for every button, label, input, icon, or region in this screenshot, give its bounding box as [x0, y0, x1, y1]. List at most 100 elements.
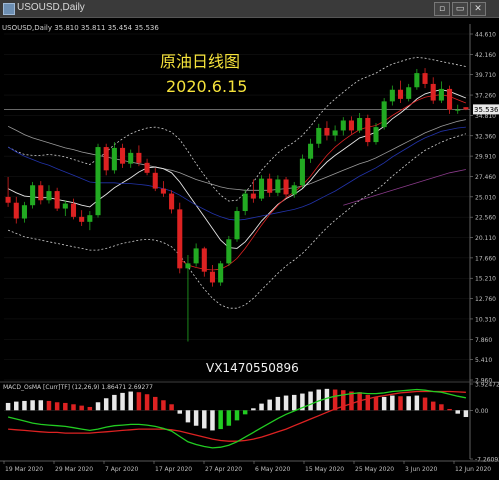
- chart-window-icon: [3, 3, 15, 15]
- candle-body: [218, 263, 224, 283]
- macd-histogram-bar: [38, 400, 44, 411]
- time-tick-label: 7 Apr 2020: [105, 466, 138, 473]
- time-tick-label: 15 May 2020: [305, 466, 344, 473]
- price-tick-label: 22.560: [475, 215, 496, 222]
- price-tick-label: 20.110: [475, 235, 496, 242]
- macd-histogram-bar: [226, 410, 232, 426]
- price-chart[interactable]: 44.61042.16039.71037.26034.81032.36029.9…: [0, 18, 499, 480]
- macd-histogram-bar: [79, 405, 84, 411]
- annotation-date: 2020.6.15: [166, 77, 247, 96]
- price-tick-label: 44.610: [475, 32, 496, 39]
- current-price: 35.536: [474, 106, 499, 114]
- candle-body: [267, 178, 273, 193]
- price-tick-label: 5.410: [475, 357, 492, 364]
- candle-body: [95, 147, 101, 216]
- candle-body: [406, 87, 412, 99]
- macd-histogram-bar: [373, 396, 379, 411]
- macd-histogram-bar: [71, 404, 76, 411]
- macd-histogram-bar: [95, 402, 101, 411]
- macd-histogram-bar: [291, 394, 297, 411]
- candle-body: [258, 178, 265, 199]
- close-button[interactable]: ✕: [470, 2, 486, 16]
- price-tick-label: 27.460: [475, 174, 496, 181]
- candle-body: [422, 73, 428, 84]
- candle-body: [242, 193, 248, 212]
- macd-histogram-bar: [87, 406, 93, 411]
- macd-histogram-bar: [439, 404, 444, 411]
- price-tick-label: 29.910: [475, 154, 496, 161]
- price-tick-label: 25.010: [475, 194, 496, 201]
- time-tick-label: 17 Apr 2020: [155, 466, 192, 473]
- macd-histogram-bar: [365, 394, 371, 411]
- candle-body: [308, 143, 314, 159]
- restore-button[interactable]: ▭: [452, 2, 468, 16]
- macd-histogram-bar: [455, 410, 460, 414]
- candle-body: [430, 83, 436, 101]
- minimize-button[interactable]: ▫: [434, 2, 450, 16]
- macd-histogram-bar: [406, 396, 411, 411]
- candle-body: [169, 193, 175, 210]
- macd-histogram-bar: [324, 388, 330, 411]
- macd-histogram-bar: [430, 401, 436, 411]
- macd-histogram-bar: [128, 391, 133, 411]
- macd-histogram-bar: [390, 395, 395, 411]
- candle-body: [340, 120, 346, 131]
- window-titlebar[interactable]: USOUSD,Daily ▫ ▭ ✕: [0, 0, 499, 18]
- candle-body: [54, 191, 60, 209]
- candle-body: [250, 193, 256, 199]
- candle-body: [62, 203, 68, 209]
- candle-body: [316, 127, 322, 144]
- macd-histogram-bar: [275, 396, 281, 411]
- candle-body: [209, 271, 216, 283]
- macd-histogram-bar: [242, 410, 248, 415]
- macd-histogram-bar: [202, 410, 207, 429]
- candle-body: [87, 215, 93, 222]
- candle-body: [226, 239, 232, 264]
- macd-histogram-bar: [103, 398, 109, 411]
- watermark-text: VX1470550896: [206, 361, 299, 375]
- macd-histogram-bar: [414, 395, 420, 411]
- candle-body: [348, 120, 354, 131]
- candle-body: [299, 158, 305, 186]
- candle-body: [447, 88, 453, 110]
- candle-body: [414, 73, 420, 88]
- candle-body: [5, 196, 11, 203]
- candle-body: [177, 209, 183, 269]
- macd-histogram-bar: [46, 400, 52, 411]
- macd-histogram-bar: [22, 400, 27, 411]
- candle-body: [111, 147, 117, 171]
- price-tick-label: 32.360: [475, 133, 496, 140]
- candle-body: [193, 248, 199, 264]
- macd-histogram-bar: [30, 400, 35, 411]
- macd-histogram-bar: [63, 402, 68, 411]
- macd-histogram-bar: [136, 392, 142, 411]
- price-tick-label: 12.760: [475, 296, 496, 303]
- candle-body: [38, 185, 44, 201]
- macd-histogram-bar: [152, 396, 158, 411]
- candle-body: [136, 152, 142, 163]
- macd-histogram-bar: [283, 395, 289, 411]
- candle-body: [365, 117, 371, 143]
- time-tick-label: 3 Jun 2020: [405, 466, 437, 473]
- macd-histogram-bar: [5, 402, 11, 411]
- candle-body: [438, 88, 444, 101]
- candle-body: [103, 147, 109, 171]
- time-tick-label: 6 May 2020: [255, 466, 290, 473]
- candle-body: [185, 263, 191, 269]
- macd-histogram-bar: [251, 408, 256, 411]
- candle-body: [234, 211, 240, 240]
- macd-histogram-bar: [177, 410, 183, 414]
- macd-histogram-bar: [54, 402, 60, 411]
- symbol-label: USOUSD,Daily 35.810 35.811 35.454 35.536: [2, 24, 159, 32]
- annotation-title: 原油日线图: [160, 52, 240, 71]
- candle-body: [283, 179, 289, 195]
- candle-body: [70, 203, 77, 217]
- macd-histogram-bar: [308, 391, 313, 411]
- candle-body: [13, 202, 19, 219]
- candle-body: [332, 130, 338, 136]
- macd-histogram-bar: [210, 410, 215, 431]
- macd-histogram-bar: [193, 410, 199, 426]
- candle-body: [152, 172, 158, 189]
- chart-background: [0, 18, 499, 480]
- macd-histogram-bar: [234, 410, 240, 421]
